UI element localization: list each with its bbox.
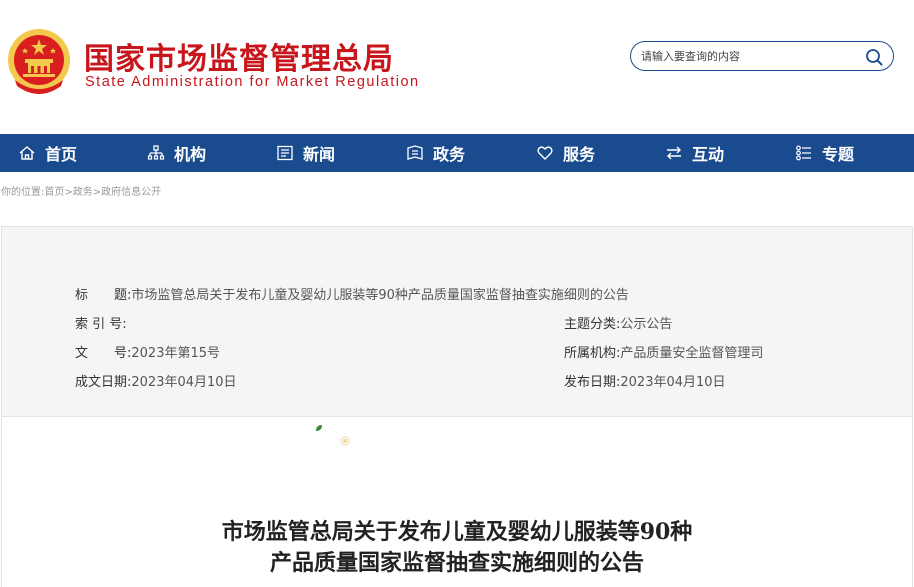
heart-icon — [537, 146, 553, 160]
nav-item-government[interactable]: 政务 — [406, 134, 465, 172]
info-title-label: 标 题: — [75, 288, 132, 303]
info-category-label: 主题分类: — [564, 317, 621, 332]
info-title-row: 标 题:市场监管总局关于发布儿童及婴幼儿服装等90种产品质量国家监督抽查实施细则… — [75, 284, 629, 303]
info-created-label: 成文日期: — [75, 375, 132, 390]
nav-item-interaction[interactable]: 互动 — [665, 134, 724, 172]
info-created-row: 成文日期:2023年04月10日 — [75, 371, 237, 390]
info-category-row: 主题分类:公示公告 — [564, 313, 672, 332]
nav-label: 首页 — [45, 145, 78, 164]
info-docno-row: 文 号:2023年第15号 — [75, 342, 220, 361]
info-category-value: 公示公告 — [620, 317, 673, 332]
leaf-decoration-icon — [316, 425, 322, 431]
nav-label: 专题 — [822, 145, 855, 164]
info-published-label: 发布日期: — [564, 375, 621, 390]
org-chart-icon — [147, 145, 165, 160]
info-docno-label: 文 号: — [75, 346, 132, 361]
info-published-value: 2023年04月10日 — [620, 375, 726, 390]
info-docno-value: 2023年第15号 — [131, 346, 221, 361]
nav-item-topics[interactable]: 专题 — [795, 134, 854, 172]
nav-label: 互动 — [692, 145, 725, 164]
breadcrumb-separator: > — [64, 187, 73, 198]
breadcrumb-separator: > — [92, 187, 102, 198]
nav-item-news[interactable]: 新闻 — [276, 134, 335, 172]
search-icon[interactable] — [865, 48, 883, 66]
breadcrumb-link-government[interactable]: 政务 — [73, 187, 93, 198]
breadcrumb-link-home[interactable]: 首页 — [44, 187, 64, 198]
site-title: 国家市场监督管理总局 — [84, 42, 394, 77]
info-org-label: 所属机构: — [564, 346, 621, 361]
info-org-row: 所属机构:产品质量安全监督管理司 — [564, 342, 763, 361]
info-index-label: 索 引 号: — [75, 317, 127, 332]
news-icon — [277, 145, 293, 161]
nav-label: 服务 — [563, 145, 596, 164]
flower-decoration-icon — [340, 436, 350, 446]
document-title-line-1: 市场监管总局关于发布儿童及婴幼儿服装等90种 — [221, 519, 693, 545]
search-input[interactable] — [641, 46, 856, 66]
nav-item-service[interactable]: 服务 — [536, 134, 595, 172]
nav-label: 新闻 — [303, 145, 336, 164]
nav-item-org[interactable]: 机构 — [147, 134, 206, 172]
search-box — [630, 41, 894, 71]
nav-label: 政务 — [433, 145, 466, 164]
info-created-value: 2023年04月10日 — [131, 375, 237, 390]
info-title-value: 市场监管总局关于发布儿童及婴幼儿服装等90种产品质量国家监督抽查实施细则的公告 — [131, 288, 629, 303]
document-info-panel: 标 题:市场监管总局关于发布儿童及婴幼儿服装等90种产品质量国家监督抽查实施细则… — [1, 226, 913, 417]
list-icon — [796, 145, 811, 161]
breadcrumb-prefix: 你的位置: — [1, 187, 45, 198]
nav-item-home[interactable]: 首页 — [18, 134, 77, 172]
document-title-line-2: 产品质量国家监督抽查实施细则的公告 — [269, 550, 644, 576]
site-header: 国家市场监督管理总局 State Administration for Mark… — [0, 0, 914, 134]
info-published-row: 发布日期:2023年04月10日 — [564, 371, 726, 390]
info-org-value: 产品质量安全监督管理司 — [620, 346, 764, 361]
government-affairs-icon — [407, 145, 423, 160]
site-subtitle: State Administration for Market Regulati… — [85, 74, 420, 90]
breadcrumb-link-info-disclosure[interactable]: 政府信息公开 — [101, 187, 161, 198]
breadcrumb: 你的位置:首页>政务>政府信息公开 — [1, 183, 161, 198]
home-icon — [19, 146, 35, 160]
nav-label: 机构 — [174, 145, 207, 164]
exchange-arrows-icon — [667, 146, 681, 160]
info-index-row: 索 引 号: — [75, 313, 127, 332]
main-nav: 首页 机构 新闻 政务 服务 互动 专题 — [0, 134, 914, 172]
national-emblem-icon[interactable] — [5, 26, 73, 96]
